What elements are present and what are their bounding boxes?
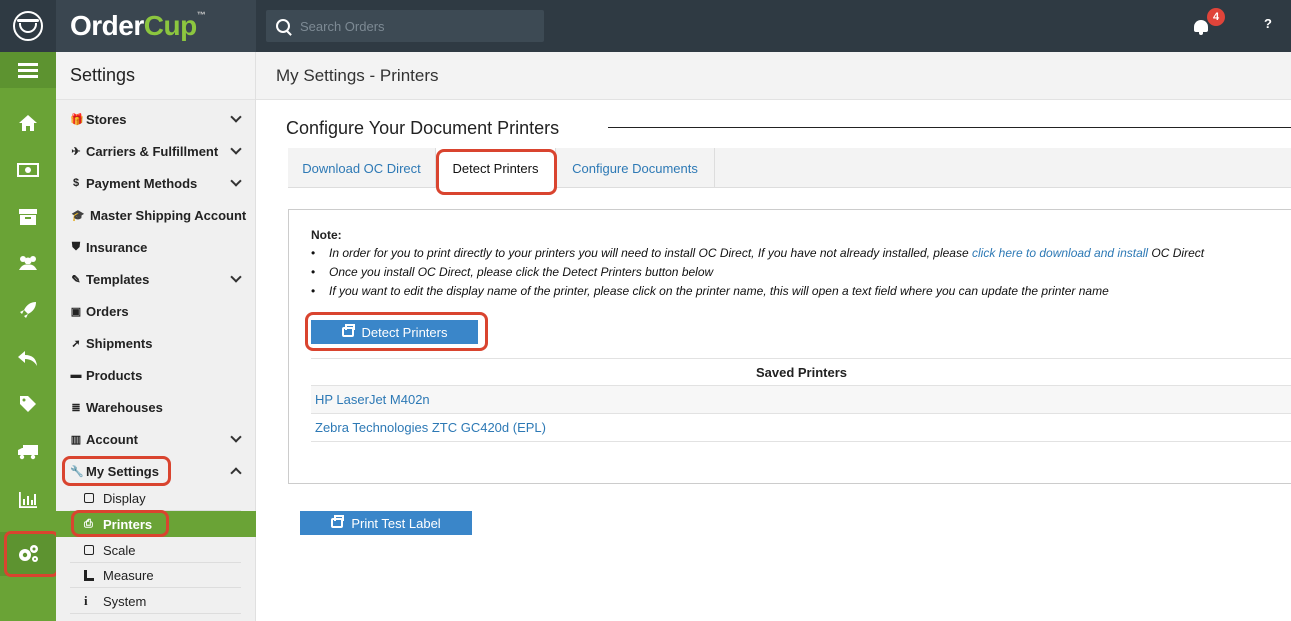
subitem-scale[interactable]: Scale (56, 537, 256, 563)
users-icon[interactable] (0, 245, 56, 281)
tab-download-oc-direct[interactable]: Download OC Direct (288, 148, 436, 188)
note-line-2: • Once you install OC Direct, please clic… (311, 265, 714, 279)
graduation-cap-icon: 🎓 (71, 209, 85, 222)
shield-icon: ⛊ (71, 240, 81, 253)
sidebar-item-stores[interactable]: 🎁 Stores (56, 103, 256, 135)
reply-all-icon[interactable] (0, 340, 56, 376)
help-button[interactable]: ? (1258, 16, 1278, 31)
rocket-icon[interactable] (0, 292, 56, 328)
chevron-down-icon (230, 431, 242, 443)
table-row[interactable]: Zebra Technologies ZTC GC420d (EPL) (311, 414, 1291, 442)
subitem-measure[interactable]: Measure (56, 562, 256, 588)
page-title: My Settings - Printers (256, 52, 1291, 100)
database-icon: ≣ (71, 401, 81, 414)
main-content: Configure Your Document Printers Downloa… (256, 100, 1291, 621)
sidebar-item-orders[interactable]: ▣ Orders (56, 295, 256, 327)
subitem-system[interactable]: i System (56, 588, 256, 614)
bar-chart-icon[interactable] (0, 482, 56, 518)
plane-icon: ✈ (71, 145, 81, 158)
cup-logo-icon (13, 11, 43, 41)
money-icon: ▣ (70, 305, 82, 318)
sidebar-item-products[interactable]: ▬ Products (56, 359, 256, 391)
sidebar-item-warehouses[interactable]: ≣ Warehouses (56, 391, 256, 423)
note-line-1: • In order for you to print directly to y… (311, 246, 1205, 260)
notification-badge: 4 (1207, 8, 1225, 26)
saved-printers-table: Saved Printers HP LaserJet M402n Zebra T… (311, 358, 1291, 442)
brand-area: OrderCup™ (56, 0, 256, 52)
chevron-up-icon (230, 467, 242, 479)
search-input[interactable] (300, 18, 530, 34)
sidebar-item-templates[interactable]: ✎ Templates (56, 263, 256, 295)
print-test-label-button[interactable]: Print Test Label (300, 511, 472, 535)
sidebar-item-account[interactable]: ▥ Account (56, 423, 256, 455)
sidebar-item-insurance[interactable]: ⛊ Insurance (56, 231, 256, 263)
search-icon (276, 19, 290, 33)
chevron-down-icon (230, 175, 242, 187)
home-icon[interactable] (0, 105, 56, 141)
sidebar-item-payment-methods[interactable]: $ Payment Methods (56, 167, 256, 199)
gift-icon: 🎁 (70, 113, 84, 126)
top-bar: OrderCup™ 4 ? (0, 0, 1291, 52)
note-heading: Note: (311, 228, 342, 242)
square-icon (84, 545, 94, 555)
chevron-down-icon (230, 271, 242, 283)
ruler-icon (84, 569, 94, 581)
chevron-down-icon (230, 143, 242, 155)
subitem-display[interactable]: Display (56, 485, 256, 511)
menu-icon[interactable] (0, 52, 56, 88)
section-title: Configure Your Document Printers (286, 118, 560, 138)
briefcase-icon: ▥ (70, 433, 82, 446)
edit-icon: ✎ (71, 273, 81, 286)
table-row[interactable]: HP LaserJet M402n (311, 386, 1291, 414)
search-box[interactable] (266, 10, 544, 42)
section-divider (608, 127, 1291, 128)
note-line-3: • If you want to edit the display name of… (311, 284, 1109, 298)
truck-icon[interactable] (0, 434, 56, 470)
money-icon[interactable] (0, 152, 56, 188)
rocket-icon: ➚ (71, 337, 81, 350)
logo[interactable] (0, 0, 56, 52)
info-icon: i (84, 593, 88, 608)
divider (70, 613, 241, 614)
highlight-settings-rail (4, 531, 59, 577)
sidebar-item-shipments[interactable]: ➚ Shipments (56, 327, 256, 359)
highlight-my-settings (62, 456, 171, 486)
tab-configure-documents[interactable]: Configure Documents (556, 148, 715, 188)
table-header: Saved Printers (311, 358, 1291, 386)
highlight-detect-printers-tab (436, 149, 557, 195)
chevron-down-icon (230, 111, 242, 123)
square-icon (84, 493, 94, 503)
archive-icon[interactable] (0, 199, 56, 235)
archive-icon: ▬ (70, 369, 82, 381)
brand-name[interactable]: OrderCup™ (70, 10, 206, 42)
tag-icon[interactable] (0, 386, 56, 422)
print-icon (331, 515, 345, 528)
highlight-printers (71, 510, 169, 537)
sidebar-item-master-shipping[interactable]: 🎓 Master Shipping Account (56, 199, 256, 231)
highlight-detect-printers-button (305, 312, 488, 351)
sidebar-title: Settings (56, 52, 255, 100)
dollar-icon: $ (72, 177, 80, 189)
sidebar-item-carriers[interactable]: ✈ Carriers & Fulfillment (56, 135, 256, 167)
download-install-link[interactable]: click here to download and install (972, 246, 1148, 260)
